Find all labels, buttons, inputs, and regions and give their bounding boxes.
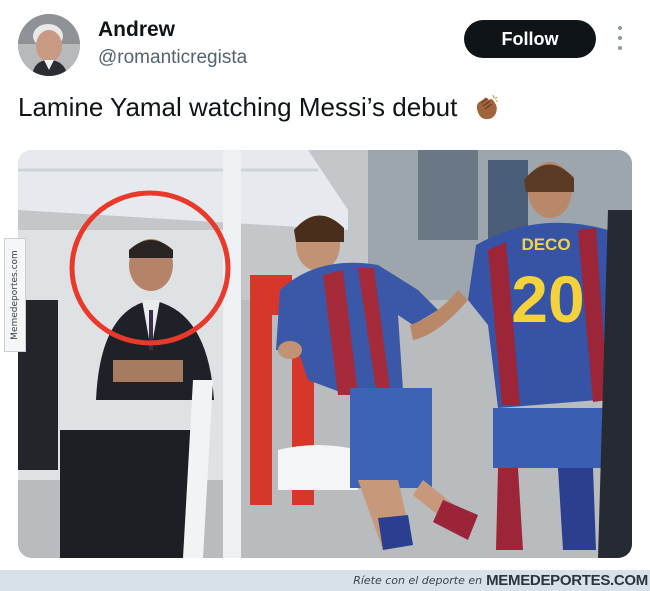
author-display-name[interactable]: Andrew [98,16,247,44]
tweet-text-content: Lamine Yamal watching Messi’s debut [18,92,458,122]
tweet-photo[interactable]: DECO 20 [18,150,632,558]
author-names: Andrew @romanticregista [98,16,247,72]
avatar[interactable] [18,14,80,76]
footer-brand[interactable]: MEMEDEPORTES.COM [486,572,648,589]
tweet-header: Andrew @romanticregista Follow [18,14,634,78]
follow-button[interactable]: Follow [464,20,596,58]
author-handle[interactable]: @romanticregista [98,44,247,72]
tweet-text: Lamine Yamal watching Messi’s debut [18,90,503,124]
footer-watermark-bar: Ríete con el deporte en MEMEDEPORTES.COM [0,570,650,591]
side-watermark-text: Memedeportes.com [10,250,20,340]
clapping-hands-icon [471,91,503,123]
footer-text: Ríete con el deporte en [353,574,483,587]
jersey-name: DECO [521,235,570,254]
side-watermark: Memedeportes.com [4,238,26,352]
footer-tag: Ríete con el deporte en MEMEDEPORTES.COM [353,570,650,591]
jersey-number: 20 [511,262,584,336]
more-vertical-icon[interactable] [612,26,628,50]
